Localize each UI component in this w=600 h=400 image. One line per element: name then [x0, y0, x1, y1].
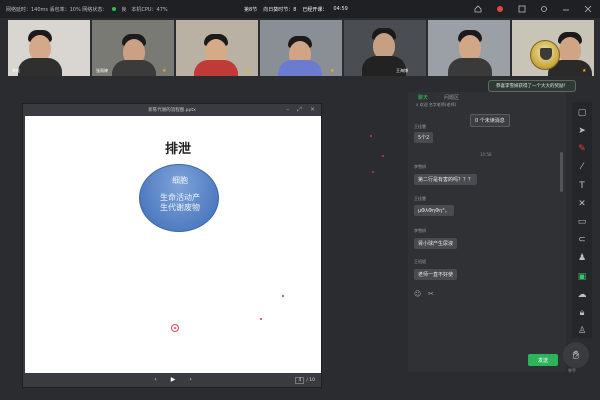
- person-icon[interactable]: ♙: [576, 325, 588, 338]
- trophy-icon: ★: [162, 68, 167, 74]
- chat-scrollbar[interactable]: [560, 152, 563, 192]
- unread-banner[interactable]: 0 个未读消息: [470, 114, 510, 127]
- chat-sender: 王佳慧: [414, 196, 426, 201]
- lesson-number: 第8节: [244, 6, 258, 13]
- minimize-icon[interactable]: –: [286, 106, 289, 114]
- participant-name: 李桂: [12, 68, 20, 73]
- class-timer: 04:59: [333, 6, 348, 12]
- shape-icon[interactable]: ▭: [576, 215, 588, 228]
- prev-slide-icon[interactable]: ‹: [154, 376, 156, 383]
- current-page-input[interactable]: 4: [295, 377, 305, 384]
- drawing-toolbar: ▢ ➤ ✎ ⁄ T ✕ ▭ ⊂ ♟ ▣ ☁ 🔒︎ ♙: [572, 102, 592, 338]
- pen-icon[interactable]: ✎: [576, 142, 588, 155]
- network-stats: 网络延时：140ms 丢包率：10% 网络状态：: [6, 6, 108, 13]
- chat-sender: 李雪妍: [414, 228, 426, 233]
- video-strip: 李桂 张雨婷 ★ ★ ★ 王海博 ★: [8, 20, 594, 76]
- page-indicator: 4 / 10: [295, 377, 315, 384]
- chat-toggle-icon[interactable]: ▣: [576, 270, 588, 283]
- raise-hand-label: 举手: [568, 368, 576, 373]
- pointer-icon[interactable]: ➤: [576, 124, 588, 137]
- stamp-icon[interactable]: ♟: [576, 252, 588, 265]
- slide-ellipse: 细胞 生命活动产 生代谢废物: [139, 164, 219, 232]
- chat-panel: 聊天 问题区 x 欢迎 名字老师(老师) 0 个未读消息 王佳慧 5个2 10:…: [408, 92, 566, 372]
- lesson-label: 向日葵时节：8: [263, 6, 297, 13]
- chat-sender: 王绍斌: [414, 259, 426, 264]
- video-tile[interactable]: [428, 20, 510, 76]
- close-icon[interactable]: ×: [310, 106, 315, 114]
- slide-navigation: ‹ ▶ ›: [23, 372, 323, 387]
- participant-name: 张雨婷: [96, 68, 108, 73]
- expand-icon[interactable]: ⤢: [297, 106, 302, 114]
- minimize-icon[interactable]: [562, 5, 570, 13]
- presentation-file-name: 新陈代谢的流程图.pptx: [148, 107, 196, 113]
- ellipse-label-text: 生命活动产 生代谢废物: [140, 193, 220, 213]
- raise-hand-button[interactable]: ✋︎: [563, 342, 589, 368]
- layout-icon[interactable]: [518, 5, 526, 13]
- chat-truncated-line: x 欢迎 名字老师(老师): [416, 102, 457, 107]
- chat-message: µΦλΦηΦη°。: [414, 205, 454, 216]
- slide-canvas[interactable]: 排泄 细胞 生命活动产 生代谢废物: [25, 116, 321, 373]
- video-tile[interactable]: ★: [260, 20, 342, 76]
- presentation-window: 新陈代谢的流程图.pptx – ⤢ × 排泄 细胞 生命活动产 生代谢废物 ‹ …: [22, 103, 322, 388]
- capsule-icon[interactable]: ⊂: [576, 234, 588, 247]
- annotation-dot: [382, 155, 384, 157]
- annotation-dot: [260, 318, 262, 320]
- annotation-dot: [370, 135, 372, 137]
- video-tile[interactable]: 李桂: [8, 20, 90, 76]
- lock-icon[interactable]: 🔒︎: [576, 307, 588, 320]
- video-tile[interactable]: 王海博: [344, 20, 426, 76]
- home-icon[interactable]: [474, 5, 482, 13]
- ellipse-label-cell: 细胞: [172, 176, 188, 185]
- select-icon[interactable]: ▢: [576, 106, 588, 119]
- eraser-icon[interactable]: ✕: [576, 197, 588, 210]
- play-icon[interactable]: ▶: [171, 376, 176, 383]
- emoji-icon[interactable]: ☺: [414, 290, 421, 298]
- trophy-icon: ★: [330, 68, 335, 74]
- ellipse-text-line-1: 生命活动产: [160, 193, 200, 202]
- chat-sender: 李雪妍: [414, 164, 426, 169]
- video-tile[interactable]: 张雨婷 ★: [92, 20, 174, 76]
- chat-sender: 王佳慧: [414, 124, 426, 129]
- slide-title: 排泄: [164, 142, 191, 157]
- presentation-title-bar[interactable]: 新陈代谢的流程图.pptx – ⤢ ×: [23, 104, 321, 115]
- participant-name: 王海博: [396, 68, 408, 73]
- award-badge-icon: [530, 40, 560, 70]
- cpu-usage: 本机CPU：47%: [131, 6, 168, 13]
- annotation-dot: [372, 171, 374, 173]
- close-icon[interactable]: [584, 5, 592, 13]
- chat-timestamp: 10:58: [480, 152, 492, 157]
- text-icon[interactable]: T: [576, 179, 588, 192]
- total-pages: / 10: [306, 378, 315, 383]
- award-tooltip: 恭喜李雪妍获得了一个大大的奖励！: [488, 80, 576, 92]
- highlighter-icon[interactable]: ⁄: [576, 161, 588, 174]
- next-slide-icon[interactable]: ›: [189, 376, 191, 383]
- tab-chat[interactable]: 聊天: [418, 94, 428, 101]
- trophy-icon: ★: [246, 68, 251, 74]
- laser-pointer-icon: [171, 324, 179, 332]
- record-icon[interactable]: [496, 5, 504, 13]
- class-time-label: 已经开课：: [302, 6, 328, 13]
- annotation-dot: [282, 295, 284, 297]
- cloud-icon[interactable]: ☁: [576, 288, 588, 301]
- chat-message: 5个2: [414, 132, 434, 143]
- ellipse-text-line-2: 生代谢废物: [160, 203, 200, 212]
- network-status-dot: [112, 7, 117, 11]
- scissors-icon[interactable]: ✂: [428, 290, 434, 298]
- send-button[interactable]: 发送: [528, 354, 558, 366]
- trophy-icon: ★: [582, 68, 587, 74]
- tab-questions[interactable]: 问题区: [444, 94, 459, 101]
- settings-icon[interactable]: [540, 5, 548, 13]
- chat-message: 第二行是有害的吗？？？: [414, 174, 478, 185]
- network-status-text: 良: [121, 6, 127, 13]
- chat-message: 肾小球产生尿液: [414, 238, 458, 249]
- video-tile[interactable]: ★: [176, 20, 258, 76]
- top-status-bar: 网络延时：140ms 丢包率：10% 网络状态： 良 本机CPU：47% 第8节…: [0, 0, 600, 18]
- chat-message: 老师一直不好使: [414, 269, 458, 280]
